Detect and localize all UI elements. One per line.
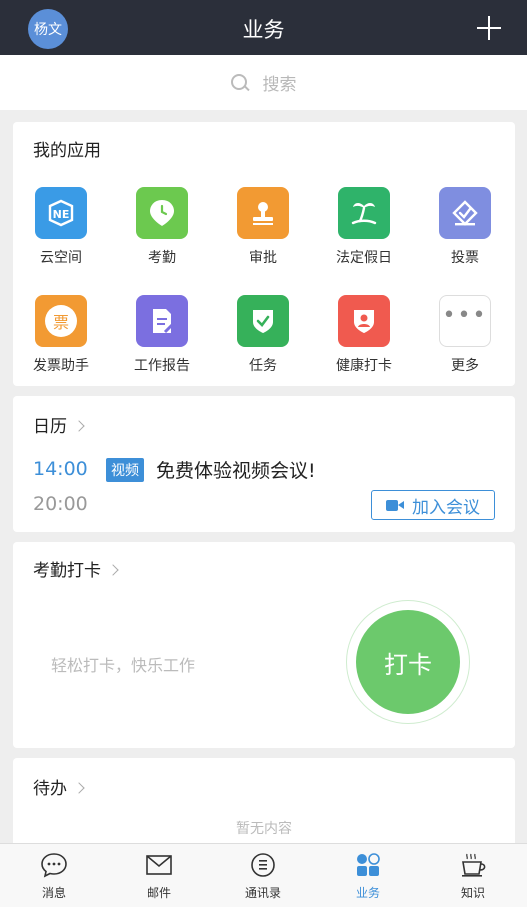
app-work-report[interactable]: 工作报告 <box>117 295 207 375</box>
app-label: 健康打卡 <box>336 358 392 374</box>
attendance-pin-icon <box>136 187 188 239</box>
app-label: 工作报告 <box>134 358 190 374</box>
todo-card: 待办 暂无内容 <box>13 758 515 848</box>
report-icon <box>136 295 188 347</box>
app-label: 云空间 <box>40 250 82 266</box>
app-invoice-helper[interactable]: 票 发票助手 <box>16 295 106 375</box>
calendar-title[interactable]: 日历 <box>33 412 85 437</box>
video-badge: 视频 <box>106 458 144 482</box>
bottom-tab-bar: 消息 邮件 通讯录 业务 知识 <box>0 843 527 907</box>
top-bar: 杨文 业务 <box>0 0 527 55</box>
search-icon <box>230 73 249 92</box>
app-label: 考勤 <box>148 250 176 266</box>
clock-in-button[interactable]: 打卡 <box>356 610 460 714</box>
vote-icon <box>439 187 491 239</box>
tab-contacts[interactable]: 通讯录 <box>223 852 303 901</box>
video-camera-icon <box>386 499 404 512</box>
calendar-card: 日历 14:00 20:00 视频 免费体验视频会议! 加入会议 <box>13 396 515 532</box>
event-title[interactable]: 免费体验视频会议! <box>156 456 316 483</box>
tab-knowledge[interactable]: 知识 <box>433 852 513 901</box>
tab-messages[interactable]: 消息 <box>14 852 94 901</box>
add-icon[interactable] <box>477 16 501 40</box>
app-label: 法定假日 <box>336 250 392 266</box>
todo-empty-text: 暂无内容 <box>236 821 292 837</box>
chevron-right-icon <box>107 564 119 576</box>
health-shield-icon <box>338 295 390 347</box>
chevron-right-icon <box>73 782 85 794</box>
svg-text:NE: NE <box>53 208 70 221</box>
contacts-icon <box>249 852 277 878</box>
chevron-right-icon <box>73 420 85 432</box>
mail-icon <box>145 852 173 878</box>
more-icon: ••• <box>439 295 491 347</box>
app-attendance[interactable]: 考勤 <box>117 187 207 267</box>
search-placeholder: 搜索 <box>262 75 297 95</box>
attendance-title[interactable]: 考勤打卡 <box>33 556 119 581</box>
invoice-icon: 票 <box>35 295 87 347</box>
app-label: 任务 <box>249 358 277 374</box>
app-task[interactable]: 任务 <box>218 295 308 375</box>
join-meeting-label: 加入会议 <box>412 497 480 518</box>
page-title: 业务 <box>242 18 285 42</box>
app-vote[interactable]: 投票 <box>420 187 510 267</box>
attendance-slogan: 轻松打卡，快乐工作 <box>51 656 196 675</box>
stamp-icon <box>237 187 289 239</box>
app-more[interactable]: ••• 更多 <box>420 295 510 375</box>
message-icon <box>40 852 68 878</box>
app-cloud-space[interactable]: NE 云空间 <box>16 187 106 267</box>
app-label: 更多 <box>451 358 479 374</box>
event-end-time: 20:00 <box>33 493 88 515</box>
attendance-card: 考勤打卡 轻松打卡，快乐工作 打卡 <box>13 542 515 748</box>
join-meeting-button[interactable]: 加入会议 <box>371 490 495 520</box>
app-health-checkin[interactable]: 健康打卡 <box>319 295 409 375</box>
coffee-cup-icon <box>459 852 487 878</box>
cloud-space-icon: NE <box>35 187 87 239</box>
app-label: 发票助手 <box>33 358 89 374</box>
app-approval[interactable]: 审批 <box>218 187 308 267</box>
event-start-time: 14:00 <box>33 458 88 480</box>
business-grid-icon <box>354 852 382 878</box>
my-apps-card: 我的应用 NE 云空间 考勤 审批 法定假日 投票 票 发票助手 工作报告 任务… <box>13 122 515 386</box>
my-apps-title: 我的应用 <box>33 141 101 161</box>
search-bar[interactable]: 搜索 <box>0 55 527 110</box>
palm-tree-icon <box>338 187 390 239</box>
tab-mail[interactable]: 邮件 <box>119 852 199 901</box>
task-shield-icon <box>237 295 289 347</box>
app-label: 投票 <box>451 250 479 266</box>
todo-title[interactable]: 待办 <box>33 774 85 799</box>
app-holidays[interactable]: 法定假日 <box>319 187 409 267</box>
app-label: 审批 <box>249 250 277 266</box>
tab-business[interactable]: 业务 <box>328 852 408 901</box>
